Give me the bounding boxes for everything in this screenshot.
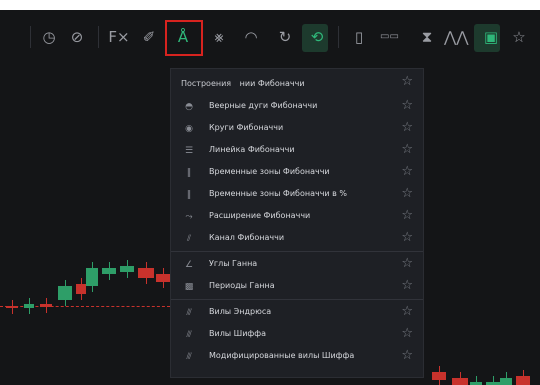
toolbar-separator [98,26,99,48]
andrews-pitchfork-icon: ⫻ [186,308,192,318]
favorite-star-icon[interactable]: ☆ [401,186,413,201]
gann-angles-icon: ∠ [184,260,194,270]
favorite-star-icon[interactable]: ☆ [401,348,413,363]
fib-ruler-icon: ☰ [184,146,194,156]
modified-schiff-icon: ⫻ [186,352,192,362]
redo-icon[interactable]: ↻ [276,26,294,48]
replay-icon[interactable]: ⟲ [308,26,326,48]
candle-wick [46,298,47,313]
candle-wick [146,262,147,284]
favorite-star-icon[interactable]: ☆ [401,304,413,319]
favorite-star-icon[interactable]: ☆ [401,326,413,341]
menu-item-label: Временные зоны Фибоначчи в % [209,189,348,198]
toolbar-separator [338,26,339,48]
menu-item[interactable]: ◉ Круги Фибоначчи ☆ [171,119,423,139]
compare-icon[interactable]: ▭▭ [380,26,399,48]
fib-extension-icon: ⤳ [185,212,193,222]
candle-wick [65,280,66,306]
favorite-star-icon[interactable]: ☆ [401,230,413,245]
menu-item-label: Вилы Эндрюса [209,307,272,316]
measure-icon[interactable]: ▯ [350,26,368,48]
menu-item-label: Круги Фибоначчи [209,123,284,132]
candle-wick [506,372,507,385]
toolbar-separator [30,26,31,48]
menu-item[interactable]: ⫻ Вилы Эндрюса ☆ [171,303,423,323]
pencil-icon[interactable]: ✐ [140,26,158,48]
candle-wick [81,278,82,300]
menu-item[interactable]: ∠ Углы Ганна ☆ [171,255,423,275]
gann-icon[interactable]: ⨳ [208,26,230,48]
menu-item-label: Модифицированные вилы Шиффа [209,351,355,360]
favorite-star-icon[interactable]: ☆ [401,164,413,179]
menu-item-label: Канал Фибоначчи [209,233,285,242]
favorite-star-icon[interactable]: ☆ [401,142,413,157]
arc-icon[interactable]: ◠ [240,26,262,48]
candle-wick [439,366,440,385]
hourglass-icon[interactable]: ⧗ [414,26,440,48]
menu-item[interactable]: ‖ Временные зоны Фибоначчи ☆ [171,163,423,183]
candle-wick [163,268,164,288]
favorite-icon[interactable]: ☆ [401,74,413,89]
candle-wick [127,260,128,278]
menu-item-label: Периоды Ганна [209,281,275,290]
menu-item[interactable]: ‖ Временные зоны Фибоначчи в % ☆ [171,185,423,205]
favorite-icon[interactable]: ☆ [510,26,528,48]
fib-channel-icon: ⫽ [186,234,191,244]
menu-item[interactable]: ⫽ Канал Фибоначчи ☆ [171,229,423,249]
menu-header-title: Построения [181,79,232,88]
candle-wick [523,370,524,385]
candle-wick [92,262,93,292]
crosshair-icon[interactable]: ⊘ [68,26,86,48]
menu-item[interactable]: ⤳ Расширение Фибоначчи ☆ [171,207,423,227]
menu-item-label: Веерные дуги Фибоначчи [209,101,318,110]
fib-time-zones-icon: ‖ [186,168,192,178]
favorite-star-icon[interactable]: ☆ [401,256,413,271]
fibonacci-tool-icon[interactable]: Å [172,26,194,48]
fx-icon[interactable]: F× [108,26,130,48]
favorite-star-icon[interactable]: ☆ [401,98,413,113]
menu-divider [171,299,423,300]
menu-item[interactable]: ⫻ Модифицированные вилы Шиффа ☆ [171,347,423,367]
chart-app: ◷ ⊘ F× ✐ Å ⨳ ◠ ↻ ⟲ ▯ ▭▭ ⧗ ⋀⋀ ▣ ☆ Построения нии Фибона… [0,10,540,385]
candle-wick [109,262,110,280]
menu-header-tail: нии Фибоначчи [239,79,305,88]
favorite-star-icon[interactable]: ☆ [401,278,413,293]
menu-item[interactable]: ⫻ Вилы Шиффа ☆ [171,325,423,345]
favorite-star-icon[interactable]: ☆ [401,208,413,223]
candle-wick [476,376,477,385]
gann-periods-icon: ▩ [184,282,194,292]
clock-icon[interactable]: ◷ [40,26,58,48]
schiff-pitchfork-icon: ⫻ [186,330,192,340]
menu-item-label: Временные зоны Фибоначчи [209,167,330,176]
menu-item[interactable]: ▩ Периоды Ганна ☆ [171,277,423,297]
candle-wick [460,372,461,385]
drawing-toolbar: ◷ ⊘ F× ✐ Å ⨳ ◠ ↻ ⟲ ▯ ▭▭ ⧗ ⋀⋀ ▣ ☆ [0,10,540,60]
candle-wick [12,300,13,314]
indicator-icon[interactable]: ⋀⋀ [444,26,469,48]
menu-item[interactable]: ◓ Веерные дуги Фибоначчи ☆ [171,97,423,117]
favorite-star-icon[interactable]: ☆ [401,120,413,135]
menu-item-label: Расширение Фибоначчи [209,211,311,220]
menu-item-label: Вилы Шиффа [209,329,266,338]
calendar-icon[interactable]: ▣ [478,26,504,48]
menu-item[interactable]: ☰ Линейка Фибоначчи ☆ [171,141,423,161]
fib-fan-arcs-icon: ◓ [185,102,193,112]
candle-wick [29,298,30,314]
candle-wick [493,376,494,385]
menu-item-label: Линейка Фибоначчи [209,145,295,154]
menu-header: Построения нии Фибоначчи [181,79,305,88]
drawing-tools-menu: Построения нии Фибоначчи ☆ ◓ Веерные дуги… [170,68,424,378]
menu-divider [171,251,423,252]
fib-circles-icon: ◉ [185,124,193,134]
fib-time-zones-percent-icon: ‖ [186,190,192,200]
menu-item-label: Углы Ганна [209,259,258,268]
